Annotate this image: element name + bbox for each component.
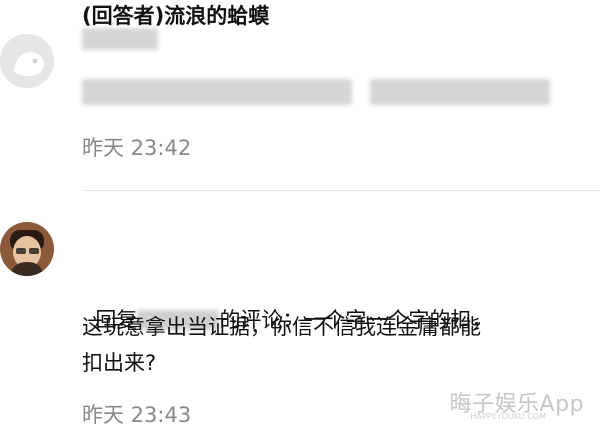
avatar[interactable] xyxy=(0,34,54,88)
blurred-comment-text-2 xyxy=(370,79,550,105)
comment-time: 昨天 23:43 xyxy=(82,403,192,427)
user-avatar-icon xyxy=(0,222,54,276)
commenter-name[interactable]: (回答者)流浪的蛤蟆 xyxy=(82,0,269,30)
blurred-comment-text-1 xyxy=(82,79,352,105)
avatar[interactable] xyxy=(0,222,54,276)
watermark-subtext: HAPPY.YOUKU.COM xyxy=(470,412,546,421)
blurred-username xyxy=(82,28,158,50)
comment-time: 昨天 23:42 xyxy=(82,136,192,160)
comment-line-3: 扣出来? xyxy=(82,351,157,375)
default-avatar-icon xyxy=(0,34,54,88)
divider xyxy=(82,190,600,191)
comment-line-2: 这玩意拿出当证据，你信不信我连金庸都能 xyxy=(82,315,481,339)
